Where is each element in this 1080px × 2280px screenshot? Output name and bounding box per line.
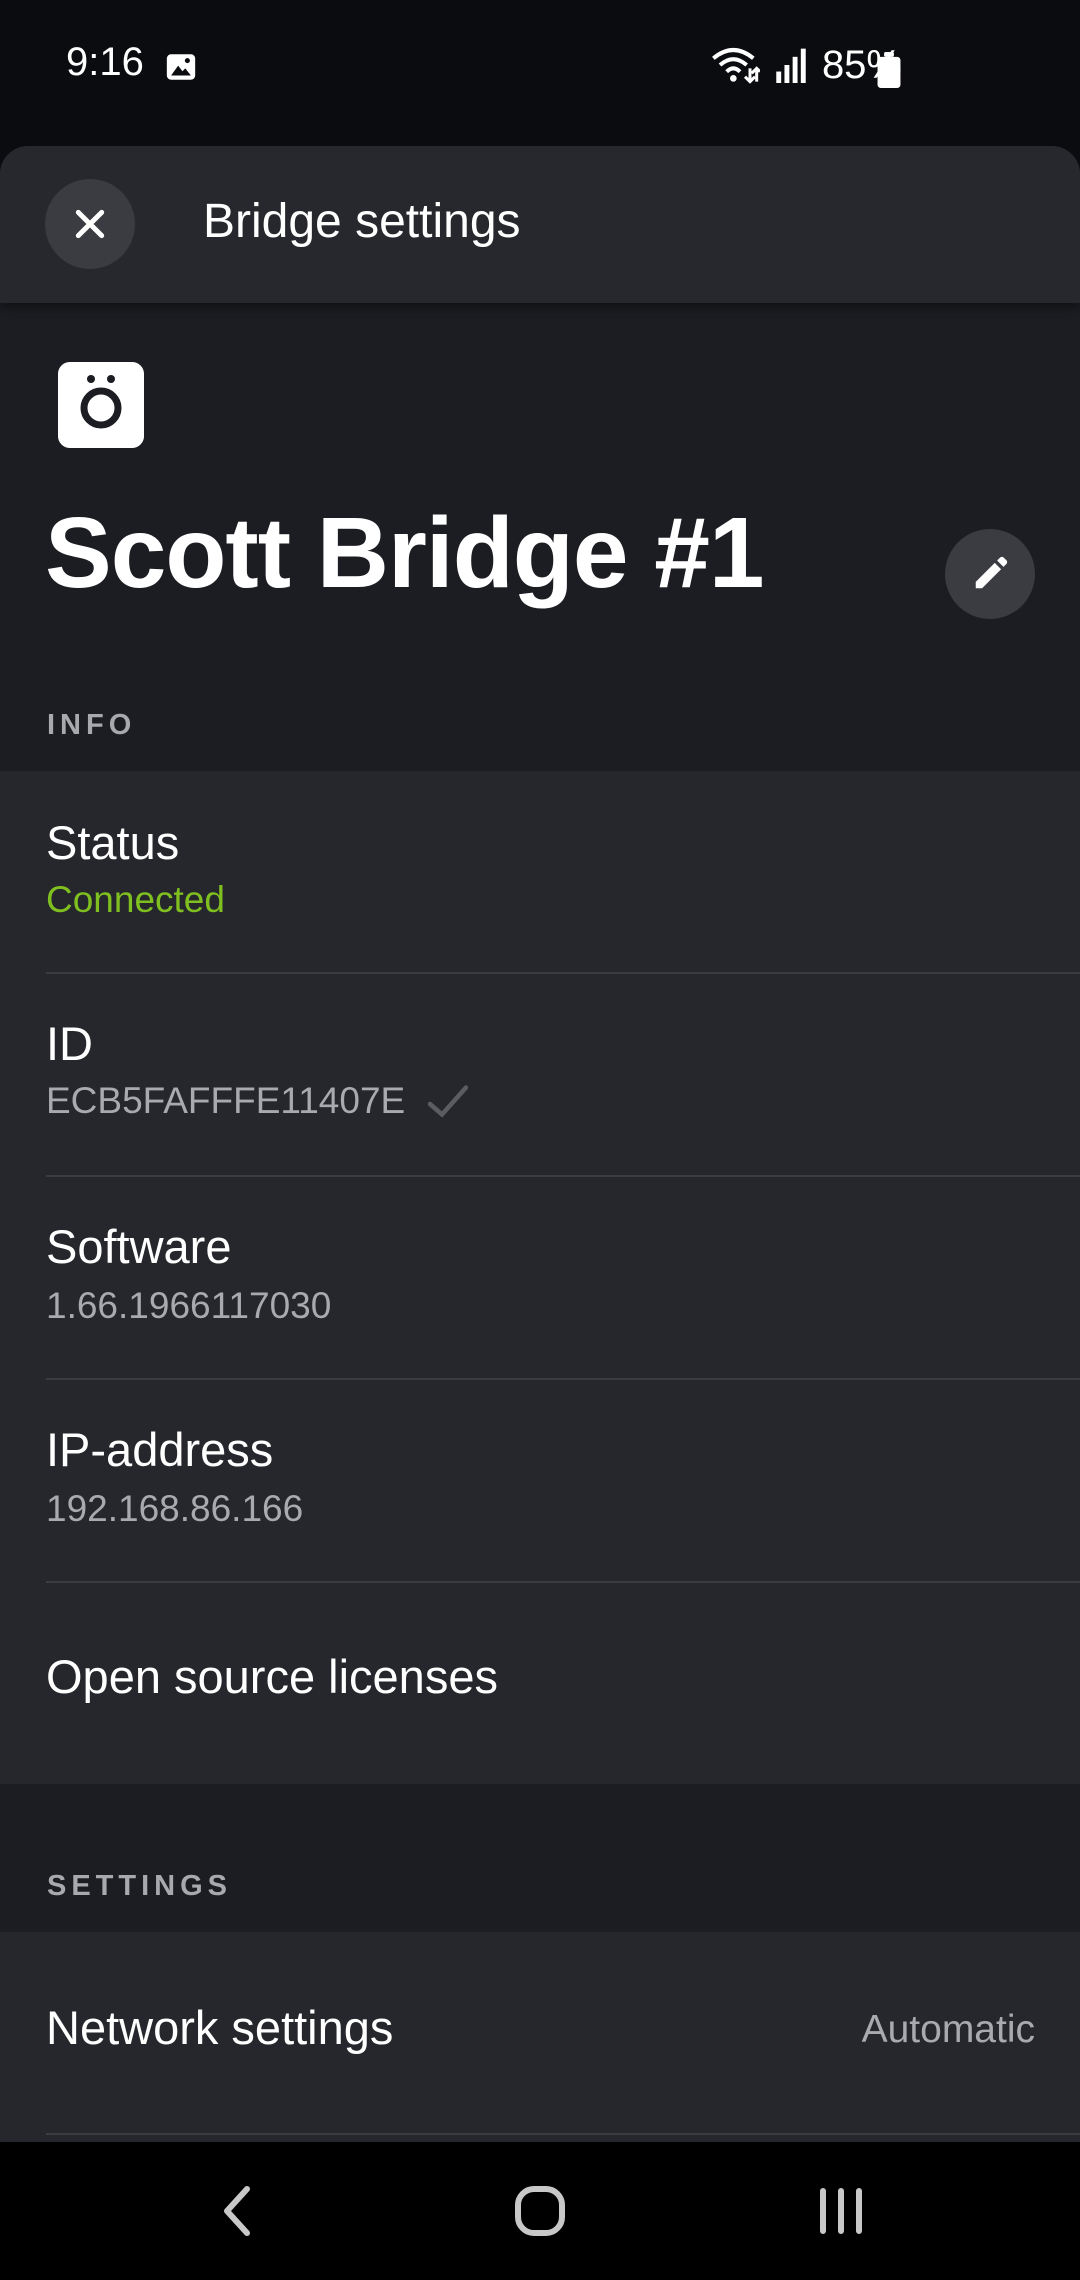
edit-name-button[interactable] <box>945 529 1035 619</box>
software-value: 1.66.1966117030 <box>46 1285 332 1326</box>
status-value: Connected <box>46 879 225 920</box>
open-source-licenses-row[interactable]: Open source licenses <box>0 1583 1080 1784</box>
settings-card: Network settings Automatic <box>0 1932 1080 2142</box>
status-bar: 9:16 85% <box>0 0 1080 140</box>
signal-icon <box>776 48 806 83</box>
software-label: Software <box>46 1220 232 1273</box>
gallery-icon <box>166 54 196 80</box>
bridge-name: Scott Bridge #1 <box>45 497 764 609</box>
close-button[interactable] <box>45 179 135 269</box>
section-label-settings: SETTINGS <box>47 1870 233 1902</box>
network-settings-row[interactable]: Network settings Automatic <box>0 1932 1080 2135</box>
back-button[interactable] <box>147 2142 327 2280</box>
page-title: Bridge settings <box>203 195 521 248</box>
divider <box>46 2133 1080 2135</box>
network-settings-label: Network settings <box>46 2001 394 2054</box>
network-settings-value: Automatic <box>861 2008 1035 2051</box>
ip-address-label: IP-address <box>46 1423 274 1476</box>
battery-icon <box>877 52 901 88</box>
id-label: ID <box>46 1017 93 1070</box>
ip-address-row: IP-address 192.168.86.166 <box>0 1380 1080 1583</box>
bridge-settings-sheet: Bridge settings Scott Bridge #1 INFO Sta… <box>0 146 1080 2142</box>
ip-address-value: 192.168.86.166 <box>46 1488 304 1529</box>
open-source-licenses-label: Open source licenses <box>46 1650 498 1703</box>
back-icon <box>224 2186 250 2236</box>
status-time: 9:16 <box>66 40 144 84</box>
navigation-bar <box>0 2142 1080 2280</box>
checkmark-icon <box>427 1085 469 1118</box>
section-label-info: INFO <box>47 709 137 741</box>
home-button[interactable] <box>450 2142 630 2280</box>
info-card: Status Connected ID ECB5FAFFFE11407E Sof… <box>0 771 1080 1784</box>
close-icon <box>75 209 105 239</box>
software-row: Software 1.66.1966117030 <box>0 1177 1080 1380</box>
status-indicators: 85% <box>710 40 902 90</box>
recents-button[interactable] <box>751 2142 931 2280</box>
id-value-line: ECB5FAFFFE11407E <box>46 1080 471 1122</box>
wifi-icon <box>711 48 760 84</box>
status-row: Status Connected <box>0 771 1080 974</box>
status-label: Status <box>46 816 180 869</box>
id-row: ID ECB5FAFFFE11407E <box>0 974 1080 1177</box>
home-icon <box>515 2186 565 2236</box>
pencil-icon <box>975 556 1008 589</box>
sheet-header: Bridge settings <box>0 146 1080 303</box>
id-value: ECB5FAFFFE11407E <box>46 1080 406 1121</box>
bridge-device-icon <box>58 362 144 448</box>
recents-icon <box>820 2188 862 2234</box>
